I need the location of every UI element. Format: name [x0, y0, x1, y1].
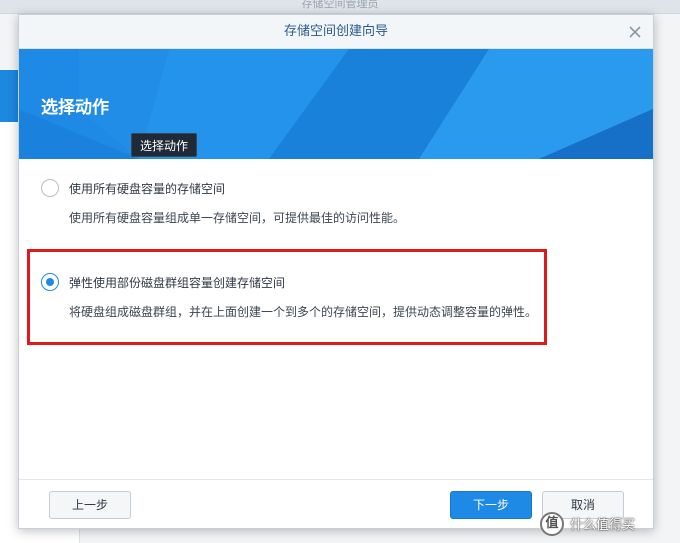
next-button[interactable]: 下一步: [450, 491, 532, 519]
dialog-title: 存储空间创建向导: [283, 24, 388, 39]
banner-heading: 选择动作: [41, 98, 109, 118]
radio-all-disk-capacity[interactable]: [41, 179, 59, 197]
header-banner: 选择动作: [19, 49, 653, 159]
dialog-titlebar: 存储空间创建向导: [19, 15, 653, 49]
storage-wizard-dialog: 存储空间创建向导 选择动作 选择动作 使用所有硬盘容量的存储空间 使用所有硬盘容…: [18, 14, 654, 529]
option-description: 使用所有硬盘容量组成单一存储空间，可提供最佳的访问性能。: [69, 211, 406, 225]
watermark: 值 什么值得买: [540, 510, 676, 538]
red-highlight-annotation: [27, 249, 547, 345]
close-button[interactable]: [625, 22, 645, 42]
background-window-title: 存储空间管理员: [301, 0, 379, 10]
tooltip: 选择动作: [131, 133, 198, 157]
close-icon: [629, 26, 641, 38]
banner-pattern: [19, 49, 653, 159]
previous-button[interactable]: 上一步: [49, 491, 131, 519]
option-all-disk-capacity[interactable]: 使用所有硬盘容量的存储空间 使用所有硬盘容量组成单一存储空间，可提供最佳的访问性…: [41, 179, 561, 229]
watermark-text: 什么值得买: [570, 518, 636, 533]
background-selected-item: [0, 70, 20, 122]
option-label: 使用所有硬盘容量的存储空间: [69, 182, 226, 196]
watermark-logo-icon: 值: [540, 512, 564, 536]
